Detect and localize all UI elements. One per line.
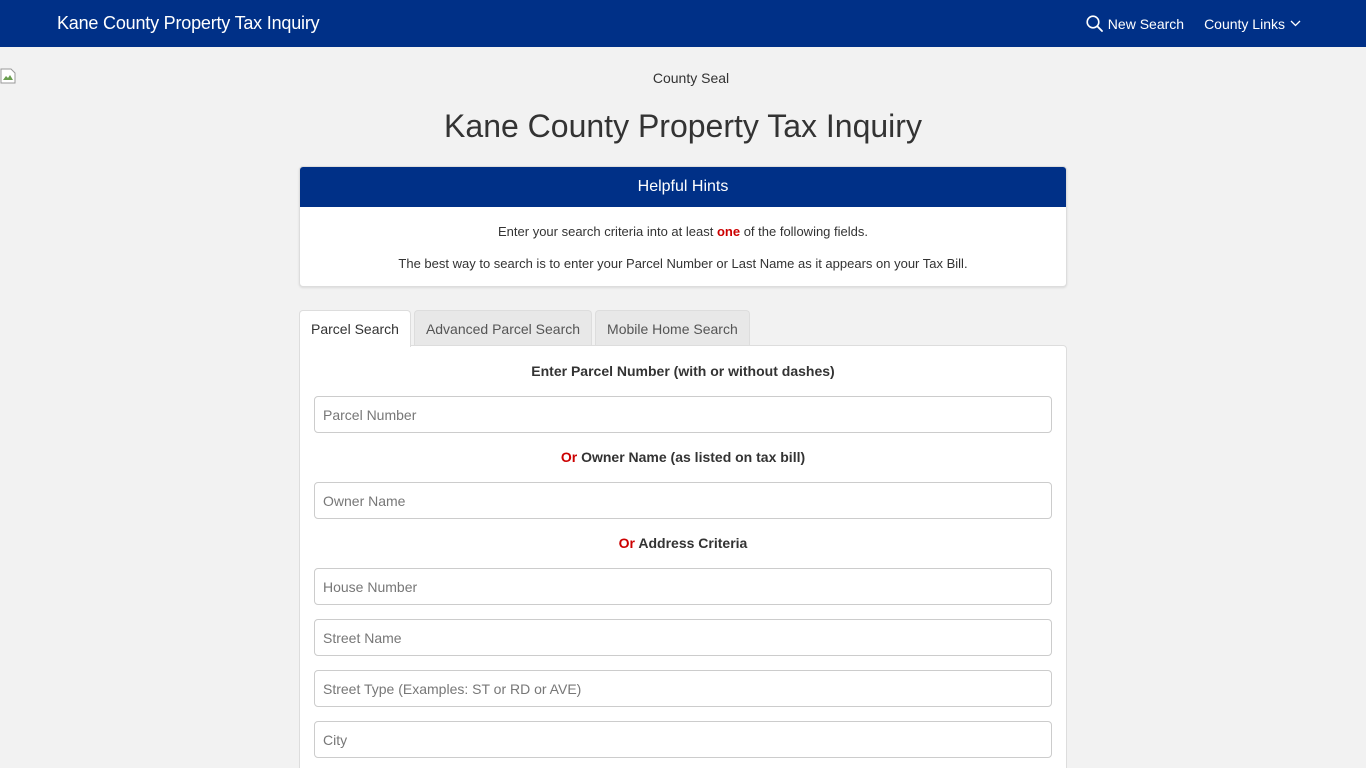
new-search-label: New Search: [1107, 15, 1185, 32]
hint-highlight: one: [716, 224, 741, 239]
owner-name-input[interactable]: [314, 482, 1052, 519]
or-label: Or: [618, 535, 636, 551]
helpful-hints-panel: Helpful Hints Enter your search criteria…: [299, 166, 1067, 287]
or-label: Or: [560, 449, 578, 465]
owner-name-label-text: Owner Name (as listed on tax bill): [577, 449, 806, 465]
street-name-input[interactable]: [314, 619, 1052, 656]
parcel-number-label: Enter Parcel Number (with or without das…: [531, 363, 835, 379]
brand-link[interactable]: Kane County Property Tax Inquiry: [57, 13, 320, 34]
street-type-input[interactable]: [314, 670, 1052, 707]
county-links-dropdown[interactable]: County Links: [1204, 16, 1301, 32]
parcel-search-form: Enter Parcel Number (with or without das…: [299, 345, 1067, 768]
hint-line-2: The best way to search is to enter your …: [398, 256, 968, 271]
address-criteria-label: Or Address Criteria: [300, 535, 1066, 551]
house-number-input[interactable]: [314, 568, 1052, 605]
helpful-hints-title: Helpful Hints: [300, 167, 1066, 207]
chevron-down-icon: [1290, 20, 1301, 27]
owner-name-label: Or Owner Name (as listed on tax bill): [300, 449, 1066, 465]
search-tabs: Parcel Search Advanced Parcel Search Mob…: [299, 310, 750, 347]
address-criteria-label-text: Address Criteria: [635, 535, 748, 551]
top-navbar: Kane County Property Tax Inquiry New Sea…: [0, 0, 1366, 47]
county-seal-alt-text: County Seal: [652, 70, 730, 86]
search-icon: [1086, 15, 1103, 32]
hint-text: Enter your search criteria into at least: [498, 224, 717, 239]
tab-advanced-parcel-search[interactable]: Advanced Parcel Search: [413, 310, 593, 346]
new-search-link[interactable]: New Search: [1086, 15, 1184, 32]
parcel-number-input[interactable]: [314, 396, 1052, 433]
county-links-label: County Links: [1204, 15, 1285, 32]
hint-text: of the following fields.: [740, 224, 868, 239]
hint-line-1: Enter your search criteria into at least…: [300, 224, 1066, 239]
city-input[interactable]: [314, 721, 1052, 758]
nav-links: New Search County Links: [1086, 15, 1301, 32]
tab-parcel-search[interactable]: Parcel Search: [299, 310, 411, 347]
helpful-hints-body: Enter your search criteria into at least…: [300, 207, 1066, 271]
tab-mobile-home-search[interactable]: Mobile Home Search: [595, 310, 750, 346]
page-title: Kane County Property Tax Inquiry: [444, 108, 922, 144]
